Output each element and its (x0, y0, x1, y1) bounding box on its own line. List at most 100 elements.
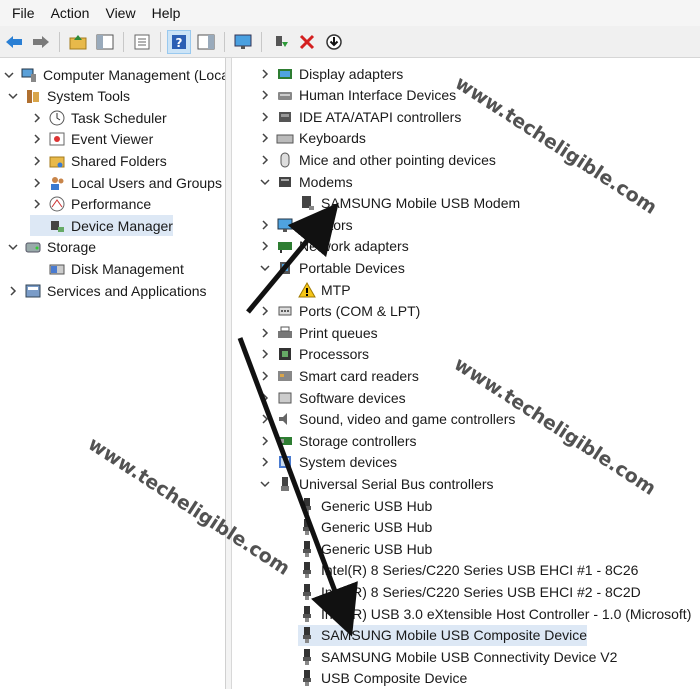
device-tree-item-storage-controllers[interactable]: Storage controllers (258, 430, 417, 451)
monitor-icon[interactable] (231, 30, 255, 54)
tree-item-label: Task Scheduler (71, 109, 167, 126)
chevron-right-icon[interactable] (30, 132, 44, 146)
device-tree-item-samsung-mobile-usb-connectivity-device-v2[interactable]: SAMSUNG Mobile USB Connectivity Device V… (298, 646, 617, 667)
console-tree-item-performance[interactable]: Performance (30, 194, 151, 215)
device-tree-item-smart-card-readers[interactable]: Smart card readers (258, 365, 419, 386)
device-tree-item-mice-and-other-pointing-devices[interactable]: Mice and other pointing devices (258, 149, 496, 170)
forward-arrow-icon[interactable] (29, 30, 53, 54)
tree-item-label: Software devices (299, 389, 406, 406)
action-pane-icon[interactable] (194, 30, 218, 54)
device-tree-pane: Display adapters Human Interface Devices I… (232, 58, 700, 689)
device-tree-item-generic-usb-hub[interactable]: Generic USB Hub (298, 517, 432, 538)
console-tree-item-device-manager[interactable]: Device Manager (30, 215, 173, 237)
chevron-right-icon[interactable] (258, 391, 272, 405)
device-tree-item-monitors[interactable]: Monitors (258, 214, 353, 235)
console-tree-item-computer-management-local[interactable]: Computer Management (Local (2, 64, 226, 85)
device-tree-item-sound-video-and-game-controllers[interactable]: Sound, video and game controllers (258, 409, 515, 430)
up-folder-icon[interactable] (66, 30, 90, 54)
uninstall-x-icon[interactable] (295, 30, 319, 54)
device-tree-item-intel-r-8-series-c220-series-usb-ehci-2-8c2d[interactable]: Intel(R) 8 Series/C220 Series USB EHCI #… (298, 581, 641, 602)
services-icon (24, 282, 42, 300)
chevron-right-icon[interactable] (258, 304, 272, 318)
update-driver-icon[interactable] (268, 30, 292, 54)
show-hide-tree-icon[interactable] (93, 30, 117, 54)
ide-controller-icon (276, 108, 294, 126)
chevron-down-icon[interactable] (258, 477, 272, 491)
chevron-right-icon[interactable] (258, 110, 272, 124)
chevron-right-icon[interactable] (258, 153, 272, 167)
device-tree-item-intel-r-8-series-c220-series-usb-ehci-1-8c26[interactable]: Intel(R) 8 Series/C220 Series USB EHCI #… (298, 560, 638, 581)
chevron-right-icon[interactable] (258, 369, 272, 383)
device-tree-item-generic-usb-hub[interactable]: Generic USB Hub (298, 495, 432, 516)
device-tree-item-modems[interactable]: Modems (258, 171, 353, 192)
device-tree-item-human-interface-devices[interactable]: Human Interface Devices (258, 85, 456, 106)
device-tree-item-display-adapters[interactable]: Display adapters (258, 63, 403, 84)
chevron-right-icon[interactable] (258, 412, 272, 426)
chevron-right-icon[interactable] (258, 347, 272, 361)
chevron-down-icon[interactable] (2, 68, 16, 82)
usb-plug-icon (298, 605, 316, 623)
chevron-right-icon[interactable] (30, 197, 44, 211)
console-tree-item-local-users-and-groups[interactable]: Local Users and Groups (30, 172, 222, 193)
chevron-right-icon[interactable] (258, 88, 272, 102)
device-tree-item-print-queues[interactable]: Print queues (258, 322, 378, 343)
chevron-right-icon[interactable] (258, 67, 272, 81)
tree-item-label: Generic USB Hub (321, 497, 433, 514)
device-tree-item-software-devices[interactable]: Software devices (258, 387, 406, 408)
menu-file[interactable]: File (4, 5, 43, 21)
toolbar-divider (59, 31, 60, 52)
tree-item-label: Computer Management (Local (43, 66, 226, 83)
chevron-right-icon[interactable] (6, 284, 20, 298)
console-tree-item-task-scheduler[interactable]: Task Scheduler (30, 107, 167, 128)
device-tree-item-generic-usb-hub[interactable]: Generic USB Hub (298, 538, 432, 559)
device-tree-item-ide-ata-atapi-controllers[interactable]: IDE ATA/ATAPI controllers (258, 106, 461, 127)
device-tree-item-keyboards[interactable]: Keyboards (258, 128, 366, 149)
console-tree-item-services-and-applications[interactable]: Services and Applications (6, 280, 207, 301)
chevron-right-icon[interactable] (30, 111, 44, 125)
mouse-icon (276, 151, 294, 169)
device-tree-item-mtp[interactable]: MTP (298, 279, 351, 300)
device-tree-item-network-adapters[interactable]: Network adapters (258, 236, 409, 257)
chevron-right-icon[interactable] (258, 218, 272, 232)
chevron-right-icon[interactable] (30, 154, 44, 168)
device-tree-item-portable-devices[interactable]: Portable Devices (258, 257, 405, 278)
back-arrow-icon[interactable] (2, 30, 26, 54)
console-tree-item-disk-management[interactable]: Disk Management (30, 258, 184, 279)
device-tree-item-system-devices[interactable]: System devices (258, 452, 397, 473)
chevron-down-icon[interactable] (6, 240, 20, 254)
chevron-down-icon[interactable] (258, 261, 272, 275)
tree-item-label: Performance (71, 196, 152, 213)
menu-help[interactable]: Help (144, 5, 189, 21)
chevron-right-icon[interactable] (258, 455, 272, 469)
hid-icon (276, 86, 294, 104)
console-tree-item-shared-folders[interactable]: Shared Folders (30, 150, 167, 171)
help-icon[interactable]: ? (167, 29, 191, 54)
portable-device-icon (276, 259, 294, 277)
console-tree-item-storage[interactable]: Storage (6, 237, 96, 258)
console-tree-item-event-viewer[interactable]: Event Viewer (30, 129, 153, 150)
properties-icon[interactable] (130, 30, 154, 54)
chevron-down-icon[interactable] (258, 175, 272, 189)
device-tree-item-intel-r-usb-3-0-extensible-host-controller-1-0-microsoft[interactable]: Intel(R) USB 3.0 eXtensible Host Control… (298, 603, 691, 624)
chevron-right-icon[interactable] (258, 239, 272, 253)
device-tree-item-ports-com-lpt[interactable]: Ports (COM & LPT) (258, 301, 420, 322)
device-tree-item-usb-composite-device[interactable]: USB Composite Device (298, 668, 467, 689)
usb-controller-icon (276, 475, 294, 493)
device-tree-item-samsung-mobile-usb-composite-device[interactable]: SAMSUNG Mobile USB Composite Device (298, 624, 588, 646)
svg-text:?: ? (176, 36, 183, 50)
tree-item-label: Print queues (299, 324, 378, 341)
chevron-right-icon[interactable] (30, 176, 44, 190)
chevron-down-icon[interactable] (6, 89, 20, 103)
modem-device-icon (298, 194, 316, 212)
scan-download-icon[interactable] (322, 30, 346, 54)
device-tree-item-samsung-mobile-usb-modem[interactable]: SAMSUNG Mobile USB Modem (298, 193, 520, 214)
menu-action[interactable]: Action (43, 5, 98, 21)
device-tree-item-universal-serial-bus-controllers[interactable]: Universal Serial Bus controllers (258, 473, 494, 494)
console-tree-item-system-tools[interactable]: System Tools (6, 86, 130, 107)
chevron-right-icon[interactable] (258, 326, 272, 340)
device-tree-item-processors[interactable]: Processors (258, 344, 369, 365)
event-viewer-icon (48, 130, 66, 148)
chevron-right-icon[interactable] (258, 434, 272, 448)
menu-view[interactable]: View (97, 5, 143, 21)
chevron-right-icon[interactable] (258, 131, 272, 145)
